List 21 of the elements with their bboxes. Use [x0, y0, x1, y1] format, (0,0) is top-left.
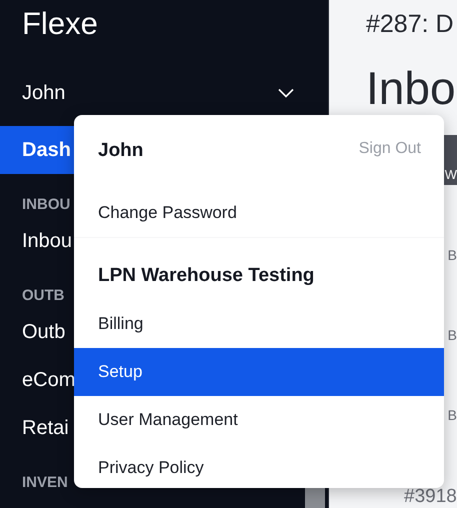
section-heading: INBOU — [22, 194, 70, 215]
table-cell: #3918 — [404, 486, 457, 507]
table-cell-text: B — [448, 406, 457, 424]
menu-item[interactable]: Change Password — [74, 189, 444, 237]
section-heading: OUTB — [22, 286, 64, 306]
menu-item[interactable]: Billing — [74, 300, 444, 348]
menu-item[interactable]: Privacy Policy — [74, 444, 444, 488]
logo: Flexe — [22, 6, 98, 41]
menu-user-name: John — [98, 139, 144, 163]
page-heading: Inbo — [366, 62, 456, 114]
user-name[interactable]: John — [22, 78, 66, 108]
chevron-down-icon[interactable] — [278, 88, 294, 98]
menu-item[interactable]: Setup — [74, 348, 444, 396]
column-header: W — [444, 167, 457, 183]
page-title: #287: D — [366, 10, 454, 38]
table-cell-text: B — [448, 326, 457, 344]
section-heading: INVEN — [22, 472, 68, 493]
scrollbar[interactable] — [305, 488, 325, 508]
organization-name: LPN Warehouse Testing — [97, 264, 316, 288]
table-cell-text: B — [448, 246, 457, 264]
menu-item[interactable]: User Management — [74, 396, 444, 444]
